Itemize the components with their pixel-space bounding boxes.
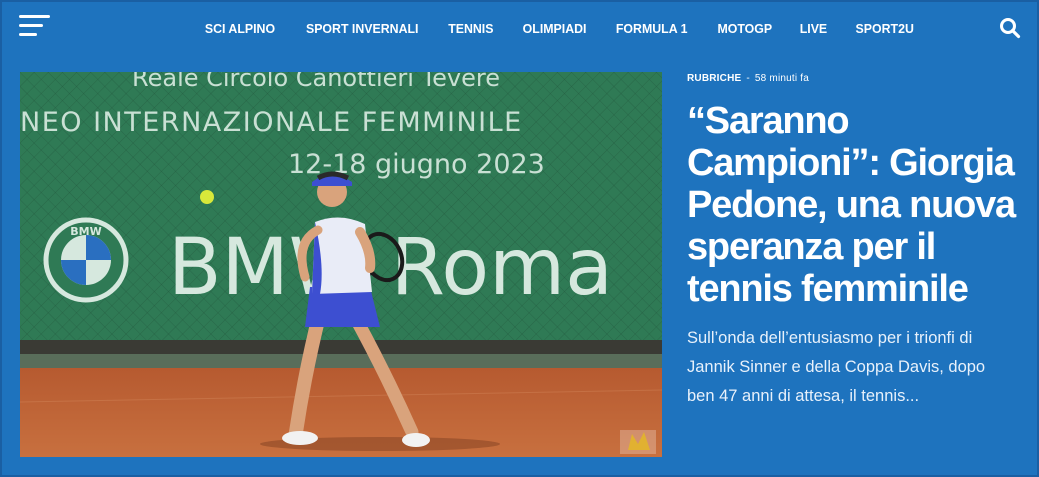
nav-item-sport2u[interactable]: SPORT2U [856, 21, 914, 36]
meta-separator: - [746, 72, 750, 84]
nav-item-motogp[interactable]: MOTOGP [717, 21, 772, 36]
article-headline[interactable]: “Saranno Campioni”: Giorgia Pedone, una … [687, 100, 1017, 310]
nav-item-formula-1[interactable]: FORMULA 1 [616, 21, 688, 36]
nav-item-olimpiadi[interactable]: OLIMPIADI [523, 21, 587, 36]
main-nav: SCI ALPINO SPORT INVERNALI TENNIS OLIMPI… [190, 18, 928, 38]
site-header: SCI ALPINO SPORT INVERNALI TENNIS OLIMPI… [0, 0, 1039, 56]
nav-item-tennis[interactable]: TENNIS [449, 21, 494, 36]
article-category[interactable]: RUBRICHE [687, 73, 741, 84]
bmw-logo-text: BMW [70, 225, 101, 238]
article-time: 58 minuti fa [754, 72, 810, 84]
featured-article: RUBRICHE - 58 minuti fa “Saranno Campion… [687, 70, 1017, 411]
nav-item-sport-invernali[interactable]: SPORT INVERNALI [306, 21, 419, 36]
banner-text-tournament: NEO INTERNAZIONALE FEMMINILE [20, 107, 523, 138]
bmw-logo: BMW [43, 217, 129, 303]
hamburger-menu-icon[interactable] [19, 15, 50, 37]
article-meta: RUBRICHE - 58 minuti fa [687, 70, 1017, 86]
featured-article-image[interactable]: Reale Circolo Canottieri Tevere NEO INTE… [20, 72, 662, 457]
article-excerpt: Sull’onda dell’entusiasmo per i trionfi … [687, 329, 986, 405]
search-icon[interactable] [999, 17, 1021, 39]
nav-item-live[interactable]: LIVE [800, 21, 827, 36]
banner-text-club: Reale Circolo Canottieri Tevere [132, 72, 500, 92]
nav-item-sci-alpino[interactable]: SCI ALPINO [205, 21, 275, 36]
